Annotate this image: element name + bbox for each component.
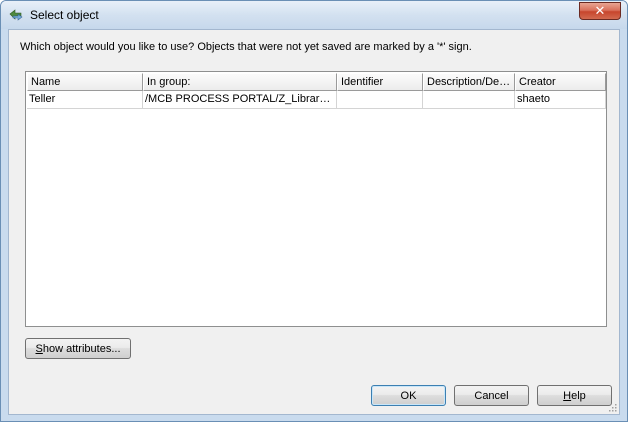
resize-grip-icon[interactable] [607, 402, 617, 412]
show-attributes-button[interactable]: Show attributes... [25, 338, 131, 359]
cell-description [423, 91, 515, 109]
show-attributes-mnemonic: S [35, 342, 43, 355]
column-header-identifier[interactable]: Identifier [337, 73, 423, 91]
table-row[interactable]: Teller /MCB PROCESS PORTAL/Z_Library/O..… [27, 91, 606, 109]
cell-name: Teller [27, 91, 143, 109]
help-mnemonic: H [563, 389, 572, 402]
column-header-creator[interactable]: Creator [515, 73, 606, 91]
close-icon: ✕ [594, 3, 606, 19]
close-button[interactable]: ✕ [579, 2, 621, 20]
column-header-description[interactable]: Description/Defi... [423, 73, 515, 91]
table-header: Name In group: Identifier Description/De… [27, 73, 606, 91]
show-attributes-label: how attributes... [42, 342, 121, 355]
title-bar[interactable]: Select object ✕ [1, 1, 627, 29]
instruction-text: Which object would you like to use? Obje… [20, 41, 472, 53]
select-object-dialog: Select object ✕ Which object would you l… [0, 0, 628, 422]
cancel-label: Cancel [474, 389, 509, 402]
column-header-in-group[interactable]: In group: [143, 73, 337, 91]
cell-creator: shaeto [515, 91, 606, 109]
column-header-name[interactable]: Name [27, 73, 143, 91]
dialog-body: Which object would you like to use? Obje… [8, 29, 620, 415]
window-title: Select object [30, 8, 99, 22]
cell-in-group: /MCB PROCESS PORTAL/Z_Library/O... [143, 91, 337, 109]
help-label: elp [571, 389, 586, 402]
cell-identifier [337, 91, 423, 109]
help-button[interactable]: Help [537, 385, 612, 406]
cancel-button[interactable]: Cancel [454, 385, 529, 406]
objects-table[interactable]: Name In group: Identifier Description/De… [25, 71, 607, 327]
ok-label: OK [400, 389, 417, 402]
aris-app-icon [9, 9, 23, 21]
ok-button[interactable]: OK [371, 385, 446, 406]
